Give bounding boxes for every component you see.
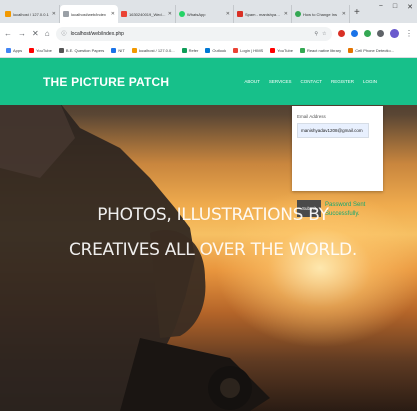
forward-icon[interactable]: →: [18, 29, 26, 38]
profile-avatar[interactable]: [390, 29, 399, 38]
hero-heading: PHOTOS, ILLUSTRATIONS BY CREATIVES ALL O…: [0, 198, 417, 268]
stop-reload-icon[interactable]: ✕: [32, 29, 39, 38]
browser-tab-active[interactable]: localhost/web/index ✕: [60, 5, 118, 23]
browser-tab[interactable]: WhatsApp ✕: [176, 5, 234, 23]
home-icon[interactable]: ⌂: [45, 29, 50, 38]
site-brand-logo[interactable]: THE PICTURE PATCH: [43, 75, 169, 89]
bookmark-item[interactable]: Apps: [6, 48, 22, 53]
bookmark-label: YouTube: [36, 48, 52, 53]
extension-icon[interactable]: [351, 30, 359, 37]
bookmark-label: YouTube: [277, 48, 293, 53]
nit-icon: [111, 48, 117, 53]
extension-icon[interactable]: [377, 30, 385, 37]
zoom-icon[interactable]: ⚲: [314, 31, 318, 37]
email-label: Email Address: [297, 114, 326, 119]
bookmark-label: Refer: [188, 48, 199, 53]
minimize-icon[interactable]: −: [379, 3, 383, 11]
tab-label: How to Change Ins: [303, 11, 338, 17]
refer-icon: [181, 48, 187, 53]
bookmark-item[interactable]: YouTube: [29, 48, 52, 53]
tab-label: 1630240019_Wedde: [129, 11, 166, 17]
tab-favicon-icon: [179, 11, 185, 17]
maximize-icon[interactable]: □: [393, 3, 397, 11]
browser-tab[interactable]: How to Change Ins ✕: [292, 5, 350, 23]
tab-favicon-icon: [121, 11, 127, 17]
apps-icon: [6, 48, 11, 53]
tab-favicon-icon: [295, 11, 301, 17]
nav-link-contact[interactable]: CONTACT: [301, 79, 322, 84]
youtube-icon: [29, 48, 35, 53]
login-dropdown-panel: Email Address manishyadav1208@gmail.com …: [292, 106, 383, 217]
bookmark-item[interactable]: Cell Phone Detectio...: [348, 48, 394, 53]
bookmark-item[interactable]: Refer: [181, 48, 199, 53]
tab-label: localhost/web/index: [71, 11, 106, 17]
website-viewport: THE PICTURE PATCH ABOUT SERVICES CONTACT…: [0, 58, 417, 411]
bookmark-label: B.E. Question Papers: [65, 48, 105, 53]
bookmark-star-icon[interactable]: ☆: [322, 31, 326, 37]
tab-favicon-icon: [5, 11, 11, 17]
bookmark-item[interactable]: Login | HIMS: [233, 48, 263, 53]
window-controls: − □ ✕: [379, 3, 413, 11]
phpmyadmin-icon: [131, 48, 137, 53]
tab-label: Spam - manishyadav: [245, 11, 282, 17]
browser-tabstrip: localhost / 127.0.0.1 ✕ localhost/web/in…: [0, 0, 417, 23]
bookmark-label: localhost / 127.0.0...: [138, 48, 175, 53]
bookmark-item[interactable]: YouTube: [270, 48, 293, 53]
nav-link-services[interactable]: SERVICES: [269, 79, 292, 84]
hero-heading-line-1: PHOTOS, ILLUSTRATIONS BY: [97, 205, 329, 225]
menu-icon[interactable]: ⋮: [405, 29, 413, 38]
nav-link-login[interactable]: LOGIN: [363, 79, 377, 84]
hims-icon: [233, 48, 239, 53]
bookmark-label: Apps: [13, 48, 23, 53]
close-window-icon[interactable]: ✕: [407, 3, 413, 11]
bookmark-label: Cell Phone Detectio...: [355, 48, 394, 53]
browser-tab[interactable]: 1630240019_Wedde ✕: [118, 5, 176, 23]
browser-tab[interactable]: Spam - manishyadav ✕: [234, 5, 292, 23]
youtube-icon: [270, 48, 276, 53]
info-icon[interactable]: ⓘ: [62, 30, 67, 37]
bookmark-item[interactable]: NIT: [111, 48, 125, 53]
react-icon: [299, 48, 305, 53]
address-text: localhost/web/index.php: [70, 30, 124, 37]
bookmark-item[interactable]: localhost / 127.0.0...: [131, 48, 175, 53]
email-field[interactable]: manishyadav1208@gmail.com: [297, 123, 369, 138]
bookmark-item[interactable]: B.E. Question Papers: [58, 48, 105, 53]
tab-label: localhost / 127.0.0.1: [13, 11, 49, 17]
outlook-icon: [205, 48, 211, 53]
tab-close-icon[interactable]: ✕: [284, 11, 288, 17]
bookmark-label: NIT: [118, 48, 125, 53]
hero-heading-line-2: CREATIVES ALL OVER THE WORLD.: [69, 240, 357, 260]
tab-close-icon[interactable]: ✕: [52, 11, 56, 17]
new-tab-button[interactable]: +: [354, 5, 360, 23]
nav-link-register[interactable]: REGISTER: [331, 79, 354, 84]
address-bar[interactable]: ⓘ localhost/web/index.php ⚲ ☆: [55, 26, 333, 41]
bookmark-item[interactable]: Outlook: [205, 48, 226, 53]
browser-toolbar: ← → ✕ ⌂ ⓘ localhost/web/index.php ⚲ ☆ ⋮: [0, 23, 417, 44]
extension-icon[interactable]: [338, 30, 346, 37]
extension-icon[interactable]: [364, 30, 372, 37]
bookmark-label: Outlook: [212, 48, 227, 53]
tab-close-icon[interactable]: ✕: [111, 11, 115, 17]
tab-close-icon[interactable]: ✕: [342, 11, 346, 17]
bookmark-item[interactable]: React native library: [299, 48, 342, 53]
bookmark-label: React native library: [306, 48, 342, 53]
site-nav-links: ABOUT SERVICES CONTACT REGISTER LOGIN: [244, 79, 377, 84]
tab-favicon-icon: [237, 11, 243, 17]
tab-favicon-icon: [63, 11, 69, 17]
phone-icon: [348, 48, 354, 53]
globe-icon: [58, 48, 64, 53]
tab-close-icon[interactable]: ✕: [168, 11, 172, 17]
bookmark-label: Login | HIMS: [240, 48, 264, 53]
browser-tab[interactable]: localhost / 127.0.0.1 ✕: [2, 5, 60, 23]
nav-link-about[interactable]: ABOUT: [244, 79, 260, 84]
back-icon[interactable]: ←: [4, 29, 12, 38]
tab-close-icon[interactable]: ✕: [226, 11, 230, 17]
site-navbar: THE PICTURE PATCH ABOUT SERVICES CONTACT…: [0, 58, 417, 105]
bookmarks-bar: Apps YouTube B.E. Question Papers NIT lo…: [0, 44, 417, 58]
tab-label: WhatsApp: [187, 11, 206, 17]
